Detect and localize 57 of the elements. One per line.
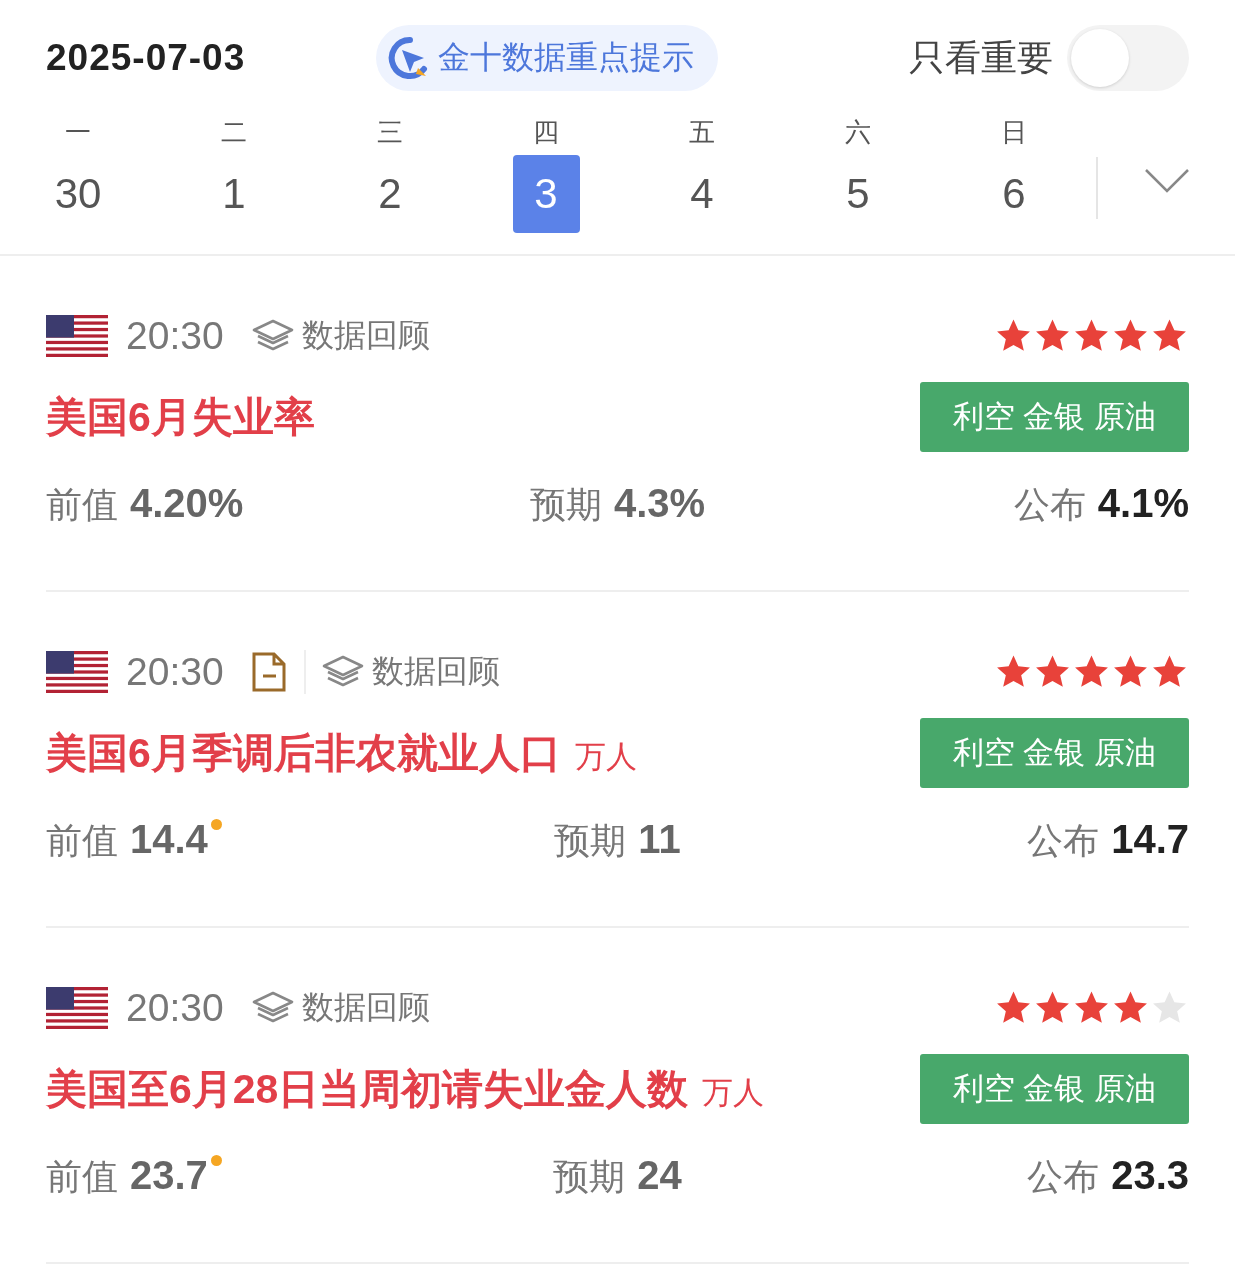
weekday-label: 三 — [377, 116, 403, 145]
previous-value: 4.20% — [130, 480, 244, 526]
actual-value: 23.3 — [1111, 1152, 1189, 1198]
forecast-value: 11 — [638, 816, 681, 862]
forecast-label: 预期 — [554, 818, 627, 863]
actual-value: 14.7 — [1111, 816, 1189, 862]
data-review-link[interactable]: 数据回顾 — [251, 986, 430, 1030]
impact-tag[interactable]: 利空 金银 原油 — [920, 382, 1189, 452]
event-time: 20:30 — [126, 986, 224, 1030]
actual-value: 4.1% — [1097, 480, 1189, 526]
weekday-label: 日 — [1001, 116, 1027, 145]
actual-label: 公布 — [1027, 1154, 1100, 1199]
data-review-link[interactable]: 数据回顾 — [251, 314, 430, 358]
forecast-value: 24 — [637, 1152, 682, 1198]
previous-label: 前值 — [46, 482, 118, 527]
revised-dot — [210, 1154, 222, 1166]
day-button[interactable]: 1 — [200, 155, 268, 233]
weekday-label: 六 — [845, 116, 871, 145]
data-review-link[interactable]: 数据回顾 — [321, 650, 500, 694]
event-title: 美国至6月28日当周初请失业金人数 万人 — [46, 1064, 765, 1114]
document-icon[interactable] — [251, 652, 286, 692]
layers-icon — [251, 991, 294, 1025]
day-button[interactable]: 2 — [356, 155, 424, 233]
revised-dot — [210, 818, 222, 830]
event-time: 20:30 — [126, 650, 224, 694]
forecast-label: 预期 — [553, 1154, 626, 1199]
actual-label: 公布 — [1013, 482, 1086, 527]
day-button[interactable]: 6 — [980, 155, 1048, 233]
previous-value: 23.7 — [130, 1152, 208, 1198]
actual-label: 公布 — [1027, 818, 1100, 863]
forecast-label: 预期 — [529, 482, 602, 527]
impact-tag[interactable]: 利空 金银 原油 — [920, 718, 1189, 788]
day-button[interactable]: 30 — [44, 155, 112, 233]
date-label: 2025-07-03 — [46, 37, 247, 79]
us-flag-icon — [46, 651, 108, 693]
layers-icon — [251, 319, 294, 353]
important-only-label: 只看重要 — [909, 35, 1053, 80]
weekday-label: 五 — [689, 116, 715, 145]
day-button[interactable]: 4 — [668, 155, 736, 233]
impact-tag[interactable]: 利空 金银 原油 — [920, 1054, 1189, 1124]
previous-label: 前值 — [46, 818, 118, 863]
previous-value: 14.4 — [130, 816, 208, 862]
day-button[interactable]: 3 — [512, 155, 580, 233]
day-button[interactable]: 5 — [824, 155, 892, 233]
layers-icon — [321, 655, 364, 689]
event-title: 美国6月季调后非农就业人口 万人 — [46, 728, 637, 778]
forecast-value: 4.3% — [613, 480, 706, 526]
event-time: 20:30 — [126, 314, 224, 358]
chevron-down-icon[interactable] — [1144, 168, 1190, 194]
us-flag-icon — [46, 315, 108, 357]
weekday-label: 四 — [533, 116, 559, 145]
previous-label: 前值 — [46, 1154, 118, 1199]
weekday-label: 二 — [221, 116, 247, 145]
event-title: 美国6月失业率 — [46, 392, 315, 442]
weekday-label: 一 — [65, 116, 91, 145]
highlights-button[interactable]: 金十数据重点提示 — [376, 25, 718, 91]
us-flag-icon — [46, 987, 108, 1029]
